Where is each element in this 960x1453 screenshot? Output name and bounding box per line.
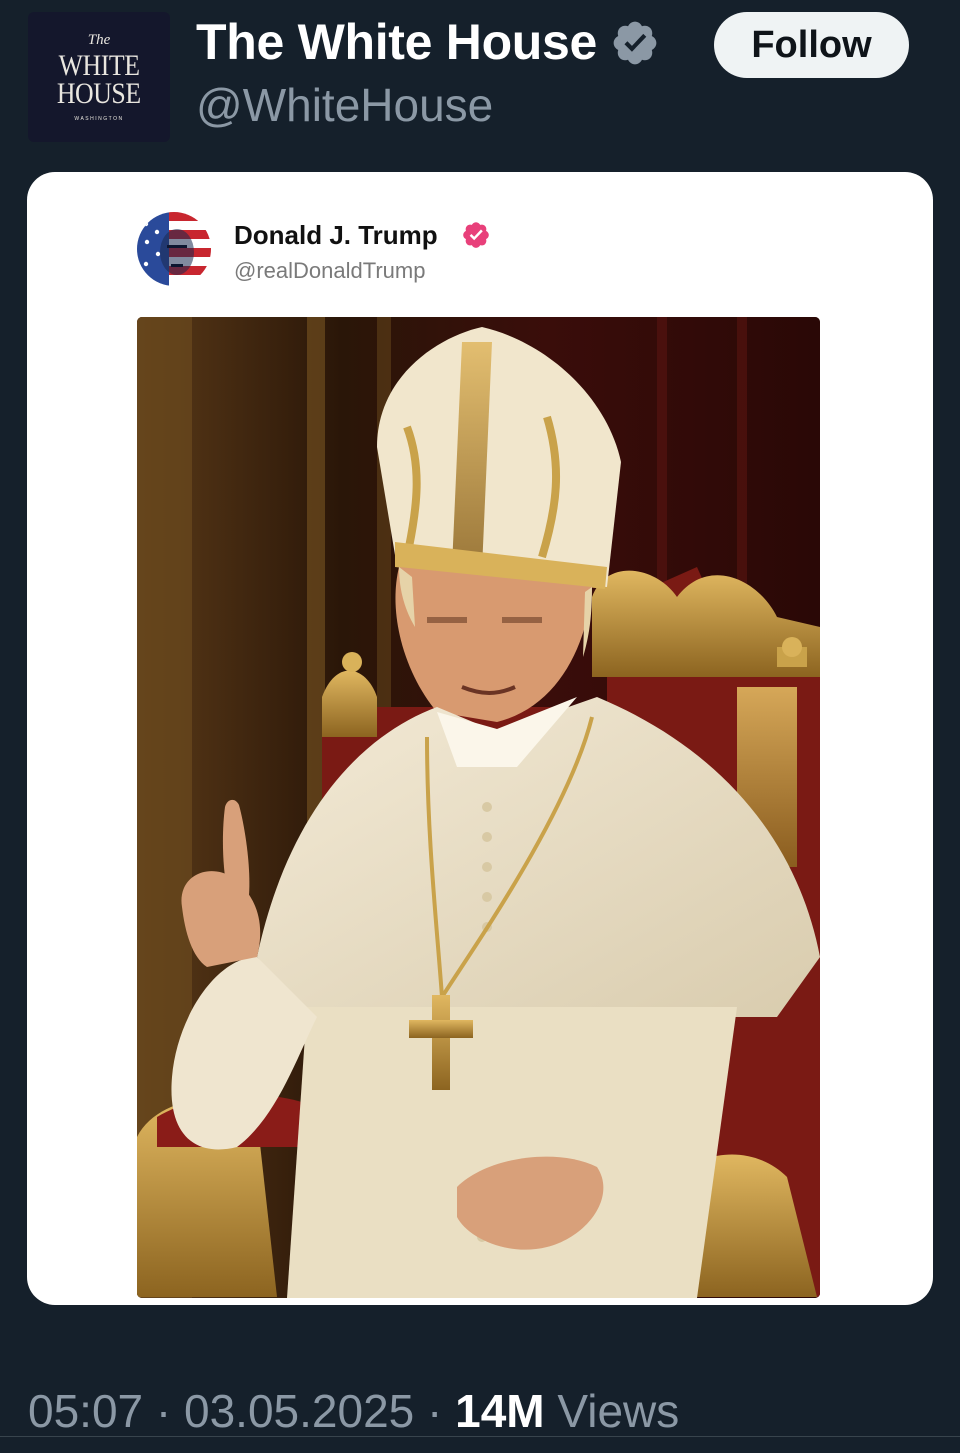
avatar-text-house: HOUSE <box>57 76 141 110</box>
embedded-author-handle[interactable]: @realDonaldTrump <box>234 256 425 286</box>
verified-badge-icon <box>463 222 489 248</box>
flag-portrait-icon <box>137 212 211 286</box>
photo-illustration <box>137 317 820 1298</box>
embedded-post-card[interactable]: Donald J. Trump @realDonaldTrump <box>27 172 933 1305</box>
avatar-text-the: The <box>87 31 111 48</box>
tweet-header: The WHITE HOUSE WASHINGTON The White Hou… <box>0 0 960 160</box>
embedded-author-name[interactable]: Donald J. Trump <box>234 218 438 252</box>
white-house-avatar[interactable]: The WHITE HOUSE WASHINGTON <box>28 12 170 142</box>
post-meta: 05:07 · 03.05.2025 · 14M Views <box>28 1383 679 1439</box>
views-label: Views <box>557 1385 680 1437</box>
avatar-text-washington: WASHINGTON <box>74 115 124 122</box>
meta-separator: · <box>427 1385 443 1437</box>
trump-avatar[interactable] <box>137 212 211 286</box>
follow-button[interactable]: Follow <box>714 12 909 78</box>
verified-badge-icon[interactable] <box>610 18 660 68</box>
user-handle[interactable]: @WhiteHouse <box>196 78 493 132</box>
post-image[interactable] <box>137 317 820 1298</box>
post-date[interactable]: 03.05.2025 <box>184 1385 414 1437</box>
meta-separator: · <box>155 1385 172 1437</box>
divider <box>0 1436 960 1437</box>
display-name[interactable]: The White House <box>196 14 597 70</box>
avatar-text-white: WHITE <box>58 48 140 82</box>
post-time[interactable]: 05:07 <box>28 1385 143 1437</box>
views-count: 14M <box>455 1385 545 1437</box>
